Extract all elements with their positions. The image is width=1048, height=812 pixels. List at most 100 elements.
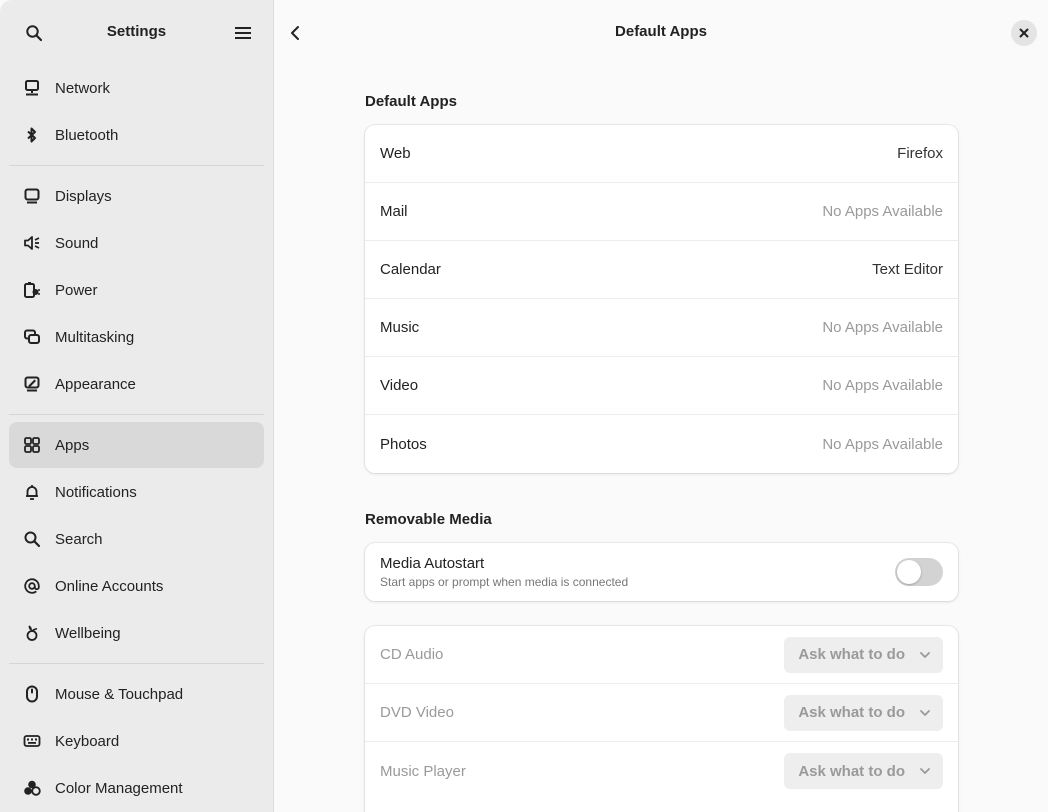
sidebar-list: Network Bluetooth Displays Sound Power Multit… <box>0 65 273 811</box>
network-icon <box>22 78 42 98</box>
bell-icon <box>22 482 42 502</box>
sidebar-item-label: Displays <box>55 187 112 205</box>
default-app-label: Photos <box>380 435 427 453</box>
default-app-label: Music <box>380 319 420 336</box>
sidebar-item-label: Color Management <box>55 779 183 797</box>
sidebar-separator <box>9 165 264 166</box>
default-app-label: Video <box>380 377 419 394</box>
sidebar-item-network[interactable]: Network <box>9 65 264 111</box>
media-autostart-row: Media Autostart Start apps or prompt whe… <box>365 543 958 601</box>
sidebar-item-label: Search <box>55 530 103 548</box>
sidebar-item-label: Network <box>55 79 111 97</box>
sidebar-item-label: Apps <box>55 436 90 454</box>
search-icon <box>22 529 42 549</box>
sidebar-item-notifications[interactable]: Notifications <box>9 469 264 515</box>
sidebar-separator <box>9 663 264 664</box>
dropdown-value: Ask what to do <box>798 646 905 663</box>
sidebar-item-label: Sound <box>55 234 99 252</box>
default-app-row-calendar[interactable]: Calendar Text Editor <box>365 241 958 299</box>
sidebar-item-label: Notifications <box>55 483 137 501</box>
media-autostart-toggle[interactable] <box>895 558 943 586</box>
chevron-down-icon <box>919 709 931 717</box>
close-icon[interactable] <box>1011 20 1037 46</box>
keyboard-icon <box>22 731 42 751</box>
default-app-row-video[interactable]: Video No Apps Available <box>365 357 958 415</box>
at-sign-icon <box>22 576 42 596</box>
sidebar-item-keyboard[interactable]: Keyboard <box>9 718 264 764</box>
sidebar-item-label: Multitasking <box>55 328 135 346</box>
sidebar-item-search[interactable]: Search <box>9 516 264 562</box>
sidebar-item-online-accounts[interactable]: Online Accounts <box>9 563 264 609</box>
sidebar-item-label: Bluetooth <box>55 126 119 144</box>
sidebar-header: Settings <box>0 0 273 64</box>
page-title: Default Apps <box>615 23 707 40</box>
media-type-label: CD Audio <box>380 646 444 663</box>
sidebar-item-label: Keyboard <box>55 732 120 750</box>
sidebar-item-displays[interactable]: Displays <box>9 173 264 219</box>
multitasking-icon <box>22 327 42 347</box>
media-row-dvd-video: DVD Video Ask what to do <box>365 684 958 742</box>
default-app-value[interactable]: No Apps Available <box>822 203 943 220</box>
display-icon <box>22 186 42 206</box>
sidebar-item-appearance[interactable]: Appearance <box>9 361 264 407</box>
media-row-music-player: Music Player Ask what to do <box>365 742 958 800</box>
wellbeing-icon <box>22 623 42 643</box>
sidebar-item-wellbeing[interactable]: Wellbeing <box>9 610 264 656</box>
sidebar-item-power[interactable]: Power <box>9 267 264 313</box>
default-app-label: Web <box>380 145 411 162</box>
color-management-icon <box>22 778 42 798</box>
search-icon[interactable] <box>20 19 48 47</box>
default-app-label: Calendar <box>380 261 441 278</box>
sidebar-item-mouse-touchpad[interactable]: Mouse & Touchpad <box>9 671 264 717</box>
sidebar-item-sound[interactable]: Sound <box>9 220 264 266</box>
chevron-down-icon <box>919 767 931 775</box>
removable-media-list: CD Audio Ask what to do DVD Video Ask what … <box>365 626 958 812</box>
default-apps-list: Web Firefox Mail No Apps Available Calendar T… <box>365 125 958 473</box>
default-app-value[interactable]: Text Editor <box>872 261 943 278</box>
toggle-knob <box>897 560 921 584</box>
hamburger-menu-icon[interactable] <box>229 19 257 47</box>
sidebar-item-apps[interactable]: Apps <box>9 422 264 468</box>
bluetooth-icon <box>22 125 42 145</box>
default-app-value[interactable]: Firefox <box>897 145 943 162</box>
section-title-default-apps: Default Apps <box>365 93 457 110</box>
sidebar-item-color-management[interactable]: Color Management <box>9 765 264 811</box>
section-title-removable-media: Removable Media <box>365 511 492 528</box>
appearance-icon <box>22 374 42 394</box>
dropdown-value: Ask what to do <box>798 762 905 780</box>
dropdown-value: Ask what to do <box>798 704 905 721</box>
apps-grid-icon <box>22 435 42 455</box>
default-app-value[interactable]: No Apps Available <box>822 319 943 336</box>
media-type-label: DVD Video <box>380 704 454 721</box>
sidebar-item-label: Appearance <box>55 375 136 393</box>
default-app-row-photos[interactable]: Photos No Apps Available <box>365 415 958 473</box>
default-app-row-mail[interactable]: Mail No Apps Available <box>365 183 958 241</box>
settings-window: Settings Network Bluetooth Displays Sound Po… <box>0 0 1048 812</box>
default-app-row-web[interactable]: Web Firefox <box>365 125 958 183</box>
default-app-value[interactable]: No Apps Available <box>822 377 943 394</box>
sidebar-separator <box>9 414 264 415</box>
default-app-value[interactable]: No Apps Available <box>822 436 943 453</box>
speaker-icon <box>22 233 42 253</box>
media-row-cd-audio: CD Audio Ask what to do <box>365 626 958 684</box>
media-autostart-label: Media Autostart <box>380 555 485 572</box>
sidebar-item-bluetooth[interactable]: Bluetooth <box>9 112 264 158</box>
media-action-dropdown[interactable]: Ask what to do <box>784 636 943 673</box>
sidebar-item-multitasking[interactable]: Multitasking <box>9 314 264 360</box>
sidebar: Settings Network Bluetooth Displays Sound Po… <box>0 0 274 812</box>
media-autostart-card: Media Autostart Start apps or prompt whe… <box>365 543 958 601</box>
default-app-label: Mail <box>380 203 408 220</box>
chevron-down-icon <box>919 651 931 659</box>
default-app-row-music[interactable]: Music No Apps Available <box>365 299 958 357</box>
media-autostart-subtitle: Start apps or prompt when media is conne… <box>380 575 629 589</box>
media-action-dropdown[interactable]: Ask what to do <box>784 694 943 731</box>
main-panel: Default Apps Default Apps Web Firefox Mail… <box>274 0 1048 812</box>
mouse-icon <box>22 684 42 704</box>
media-action-dropdown[interactable]: Ask what to do <box>784 753 943 789</box>
media-type-label: Music Player <box>380 762 466 780</box>
sidebar-item-label: Power <box>55 281 98 299</box>
power-icon <box>22 280 42 300</box>
sidebar-item-label: Online Accounts <box>55 577 164 595</box>
sidebar-item-label: Wellbeing <box>55 624 121 642</box>
sidebar-item-label: Mouse & Touchpad <box>55 685 184 703</box>
